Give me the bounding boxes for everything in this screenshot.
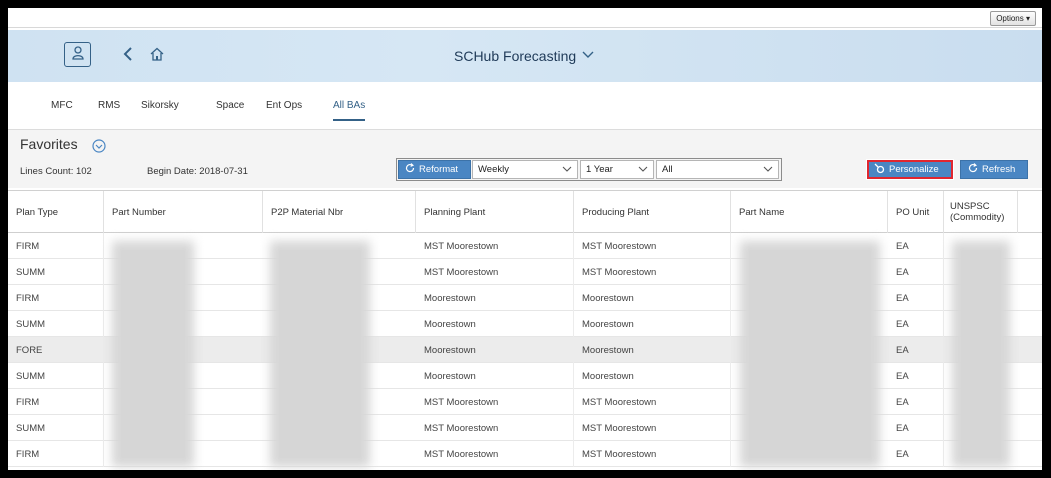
home-icon <box>150 47 164 64</box>
cell-planning-plant: Moorestown <box>416 337 574 363</box>
cell-plan-type: FORE <box>8 337 104 363</box>
personalize-icon <box>874 163 885 177</box>
scope-value: All <box>662 164 673 175</box>
reformat-button[interactable]: Reformat <box>398 160 471 179</box>
cell-po-unit: EA <box>888 259 944 285</box>
cell-plan-type: SUMM <box>8 311 104 337</box>
cell-po-unit: EA <box>888 337 944 363</box>
cell-producing-plant: MST Moorestown <box>574 233 731 259</box>
options-button[interactable]: Options ▾ <box>990 11 1036 26</box>
favorites-label: Favorites <box>20 136 78 152</box>
redacted-part-name <box>740 241 880 467</box>
cell-planning-plant: MST Moorestown <box>416 259 574 285</box>
cell-planning-plant: MST Moorestown <box>416 233 574 259</box>
lines-count: Lines Count: 102 <box>20 166 92 177</box>
cell-po-unit: EA <box>888 311 944 337</box>
refresh-button[interactable]: Refresh <box>960 160 1028 179</box>
column-header-p2p-material[interactable]: P2P Material Nbr <box>263 191 416 233</box>
cell-po-unit: EA <box>888 415 944 441</box>
cell-planning-plant: Moorestown <box>416 285 574 311</box>
column-header-part-name[interactable]: Part Name <box>731 191 888 233</box>
chevron-down-icon <box>763 165 773 176</box>
cell-planning-plant: MST Moorestown <box>416 389 574 415</box>
back-chevron-icon <box>123 46 133 64</box>
shell-header: SCHub Forecasting <box>8 30 1042 82</box>
app-window: Options ▾ SCHub Forecasting MFC RMS Siko… <box>8 8 1042 470</box>
cell-producing-plant: MST Moorestown <box>574 415 731 441</box>
cell-producing-plant: MST Moorestown <box>574 259 731 285</box>
options-bar: Options ▾ <box>8 8 1042 28</box>
tab-space[interactable]: Space <box>216 100 244 119</box>
period-value: Weekly <box>478 164 509 175</box>
horizontal-scrollbar[interactable] <box>1019 469 1039 470</box>
range-value: 1 Year <box>586 164 613 175</box>
tab-rms[interactable]: RMS <box>98 100 120 119</box>
column-header-plan-type[interactable]: Plan Type <box>8 191 104 233</box>
back-button[interactable] <box>120 44 136 66</box>
app-title-menu[interactable]: SCHub Forecasting <box>454 46 594 66</box>
circle-chevron-down-icon <box>92 139 106 156</box>
chevron-down-icon <box>562 165 572 176</box>
home-button[interactable] <box>148 44 166 66</box>
cell-planning-plant: MST Moorestown <box>416 415 574 441</box>
cell-plan-type: SUMM <box>8 259 104 285</box>
user-button[interactable] <box>64 42 91 67</box>
forecast-table: Plan Type Part Number P2P Material Nbr P… <box>8 190 1042 470</box>
cell-producing-plant: MST Moorestown <box>574 389 731 415</box>
column-header-producing-plant[interactable]: Producing Plant <box>574 191 731 233</box>
tab-bar: MFC RMS Sikorsky Space Ent Ops All BAs <box>8 82 1042 130</box>
cell-planning-plant: MST Moorestown <box>416 441 574 467</box>
column-header-part-number[interactable]: Part Number <box>104 191 263 233</box>
favorites-toggle-button[interactable] <box>92 139 106 153</box>
tab-all-bas[interactable]: All BAs <box>333 100 366 121</box>
filter-bar: Favorites Lines Count: 102 Begin Date: 2… <box>8 130 1042 188</box>
column-header-po-unit[interactable]: PO Unit <box>888 191 944 233</box>
cell-plan-type: SUMM <box>8 415 104 441</box>
cell-producing-plant: Moorestown <box>574 285 731 311</box>
cell-po-unit: EA <box>888 285 944 311</box>
personalize-button[interactable]: Personalize <box>866 159 954 180</box>
tab-ent-ops[interactable]: Ent Ops <box>266 100 302 119</box>
table-header: Plan Type Part Number P2P Material Nbr P… <box>8 191 1042 233</box>
cell-po-unit: EA <box>888 441 944 467</box>
personalize-label: Personalize <box>889 164 939 175</box>
cell-producing-plant: MST Moorestown <box>574 441 731 467</box>
redacted-part-number <box>112 241 194 467</box>
redacted-unspsc <box>952 241 1010 467</box>
user-icon <box>71 46 84 63</box>
tab-sikorsky[interactable]: Sikorsky <box>141 100 179 119</box>
cell-po-unit: EA <box>888 389 944 415</box>
column-header-unspsc[interactable]: UNSPSC (Commodity) <box>944 191 1018 233</box>
scope-select[interactable]: All <box>656 160 779 179</box>
cell-po-unit: EA <box>888 233 944 259</box>
begin-date: Begin Date: 2018-07-31 <box>147 166 248 177</box>
refresh-label: Refresh <box>982 164 1016 175</box>
cell-planning-plant: Moorestown <box>416 311 574 337</box>
tab-mfc[interactable]: MFC <box>51 100 73 119</box>
cell-plan-type: FIRM <box>8 389 104 415</box>
period-select[interactable]: Weekly <box>472 160 578 179</box>
chevron-down-icon <box>582 50 594 62</box>
app-title: SCHub Forecasting <box>454 48 577 64</box>
refresh-icon <box>968 163 978 176</box>
redacted-p2p-material <box>270 241 370 467</box>
cell-planning-plant: Moorestown <box>416 363 574 389</box>
cell-plan-type: FIRM <box>8 233 104 259</box>
cell-producing-plant: Moorestown <box>574 363 731 389</box>
chevron-down-icon <box>638 165 648 176</box>
range-select[interactable]: 1 Year <box>580 160 654 179</box>
cell-plan-type: FIRM <box>8 441 104 467</box>
cell-po-unit: EA <box>888 363 944 389</box>
cell-producing-plant: Moorestown <box>574 311 731 337</box>
cell-plan-type: SUMM <box>8 363 104 389</box>
refresh-icon <box>405 163 415 176</box>
column-header-planning-plant[interactable]: Planning Plant <box>416 191 574 233</box>
cell-producing-plant: Moorestown <box>574 337 731 363</box>
cell-plan-type: FIRM <box>8 285 104 311</box>
reformat-label: Reformat <box>419 164 459 175</box>
